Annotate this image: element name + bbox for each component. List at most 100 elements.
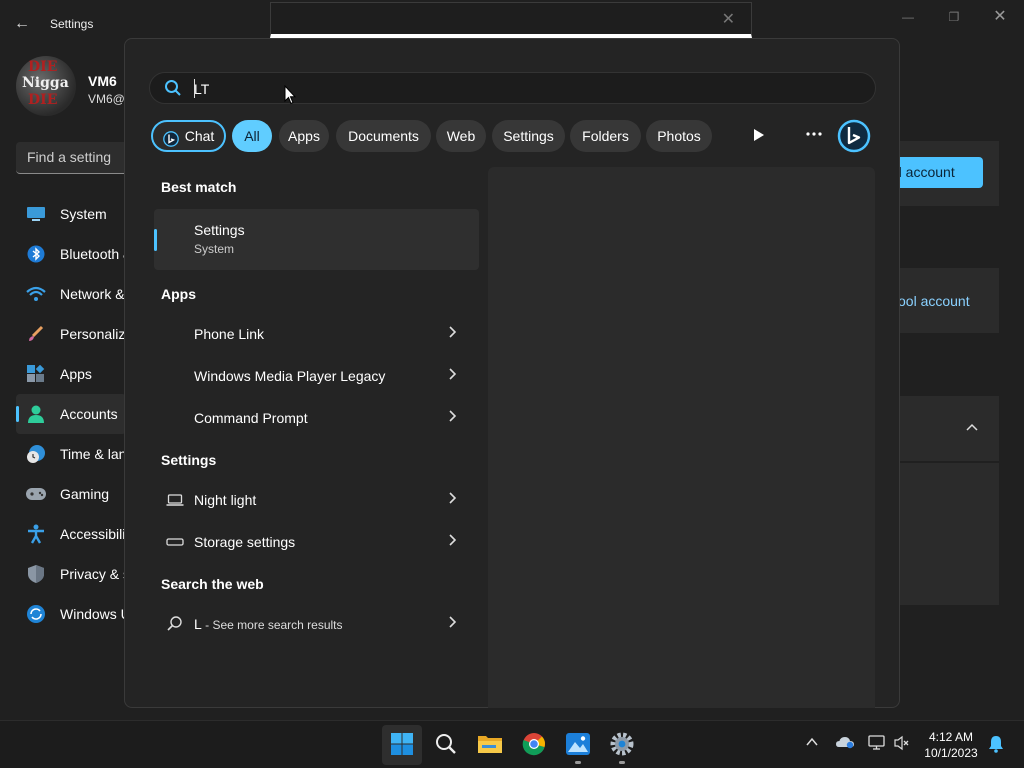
chevron-up-icon[interactable]: [806, 735, 818, 750]
taskbar-search-button[interactable]: [426, 725, 466, 765]
chevron-right-icon[interactable]: [449, 409, 459, 427]
search-box[interactable]: [149, 72, 876, 104]
text-caret: [194, 79, 195, 98]
nav-label: Windows Update: [60, 606, 126, 622]
nav-item-accessibility[interactable]: Accessibility: [16, 514, 126, 554]
result-label: Windows Media Player Legacy: [194, 368, 386, 384]
settings-card: [898, 463, 999, 605]
chevron-right-icon[interactable]: [449, 615, 459, 633]
nav-item-network[interactable]: Network & internet: [16, 274, 126, 314]
result-storage-settings[interactable]: Storage settings: [154, 522, 479, 562]
nav-item-accounts[interactable]: Accounts: [16, 394, 126, 434]
maximize-button[interactable]: ❐: [932, 6, 976, 28]
nav-item-system[interactable]: System: [16, 194, 126, 234]
nav-item-time-language[interactable]: Time & language: [16, 434, 126, 474]
web-suffix: - See more search results: [201, 618, 343, 632]
nav-label: Personalization: [60, 326, 126, 342]
network-icon[interactable]: [868, 735, 886, 754]
system-clock[interactable]: 4:12 AM 10/1/2023: [916, 729, 986, 761]
clock-date: 10/1/2023: [924, 746, 978, 760]
folder-icon: [477, 733, 503, 758]
find-setting-input[interactable]: Find a setting: [16, 142, 128, 174]
more-options-icon[interactable]: [805, 122, 827, 146]
wifi-icon: [26, 284, 46, 304]
filter-label: Chat: [184, 128, 215, 144]
nav-label: Gaming: [60, 486, 110, 502]
windows-logo-icon: [391, 732, 413, 758]
accessibility-icon: [26, 524, 46, 544]
result-night-light[interactable]: Night light: [154, 480, 479, 520]
nav-item-bluetooth[interactable]: Bluetooth & devices: [16, 234, 126, 274]
monitor-icon: [26, 204, 46, 224]
chevron-right-icon[interactable]: [449, 325, 459, 343]
result-phone-link[interactable]: Phone Link: [154, 314, 479, 354]
result-label: L - See more search results: [194, 616, 343, 632]
profile-email: VM6@: [88, 92, 125, 106]
result-label: Phone Link: [194, 326, 265, 342]
bing-chat-icon[interactable]: [836, 118, 872, 154]
photos-icon: [566, 732, 590, 758]
nav-item-apps[interactable]: Apps: [16, 354, 126, 394]
nav-item-gaming[interactable]: Gaming: [16, 474, 126, 514]
nav-item-personalization[interactable]: Personalization: [16, 314, 126, 354]
file-explorer-button[interactable]: [470, 725, 510, 765]
notification-bell-icon[interactable]: [988, 735, 1004, 756]
play-icon[interactable]: [753, 128, 767, 144]
filter-web[interactable]: Web: [436, 120, 486, 152]
mouse-cursor-icon: [284, 84, 297, 105]
back-arrow-icon[interactable]: ←: [14, 14, 34, 34]
result-media-player[interactable]: Windows Media Player Legacy: [154, 356, 479, 396]
nav-label: Accounts: [60, 406, 118, 422]
nav-label: Privacy & security: [60, 566, 126, 582]
update-icon: [26, 604, 46, 624]
start-button[interactable]: [382, 725, 422, 765]
settings-gear-icon: [610, 732, 634, 759]
nav-label: Time & language: [60, 446, 126, 462]
nav-item-windows-update[interactable]: Windows Update: [16, 594, 126, 634]
result-label: Command Prompt: [194, 410, 308, 426]
nav-label: Bluetooth & devices: [60, 246, 126, 262]
web-query: L: [194, 616, 202, 632]
filter-folders[interactable]: Folders: [570, 120, 641, 152]
result-web-search[interactable]: L - See more search results: [154, 604, 479, 644]
search-icon: [435, 733, 457, 758]
avatar-text: DIE: [28, 92, 58, 108]
avatar[interactable]: DIE Nigga DIE: [16, 56, 76, 116]
filter-chat[interactable]: Chat: [151, 120, 226, 152]
chevron-right-icon[interactable]: [449, 491, 459, 509]
chrome-icon: [522, 732, 546, 759]
filter-photos[interactable]: Photos: [646, 120, 712, 152]
close-button[interactable]: ✕: [978, 6, 1022, 28]
minimize-button[interactable]: —: [886, 6, 930, 28]
chevron-right-icon[interactable]: [449, 367, 459, 385]
volume-muted-icon[interactable]: [894, 735, 910, 754]
close-icon[interactable]: ✕: [722, 9, 735, 29]
taskbar: 4:12 AM 10/1/2023: [0, 720, 1024, 768]
result-command-prompt[interactable]: Command Prompt: [154, 398, 479, 438]
search-highlight-box: ✕: [270, 2, 752, 38]
filter-all[interactable]: All: [232, 120, 272, 152]
best-match-subtitle: System: [194, 242, 235, 256]
chevron-right-icon[interactable]: [449, 533, 459, 551]
search-icon: [166, 615, 184, 633]
filter-documents[interactable]: Documents: [336, 120, 431, 152]
nav-item-privacy[interactable]: Privacy & security: [16, 554, 126, 594]
app-title: Settings: [50, 17, 94, 31]
clock-globe-icon: [26, 444, 46, 464]
add-account-button[interactable]: d account: [898, 157, 983, 188]
onedrive-icon[interactable]: [836, 735, 854, 752]
filter-settings[interactable]: Settings: [492, 120, 565, 152]
nav-label: Accessibility: [60, 526, 126, 542]
best-match-result[interactable]: Settings System: [154, 209, 479, 270]
filter-apps[interactable]: Apps: [279, 120, 329, 152]
photos-button[interactable]: [558, 725, 598, 765]
apps-icon: [26, 364, 46, 384]
settings-taskbar-button[interactable]: [602, 725, 642, 765]
settings-card[interactable]: [898, 396, 999, 461]
chrome-button[interactable]: [514, 725, 554, 765]
chevron-up-icon[interactable]: [966, 418, 978, 434]
section-search-web: Search the web: [161, 576, 264, 592]
brush-icon: [26, 324, 46, 344]
school-account-link[interactable]: ool account: [898, 293, 970, 309]
bing-icon: [163, 128, 179, 147]
